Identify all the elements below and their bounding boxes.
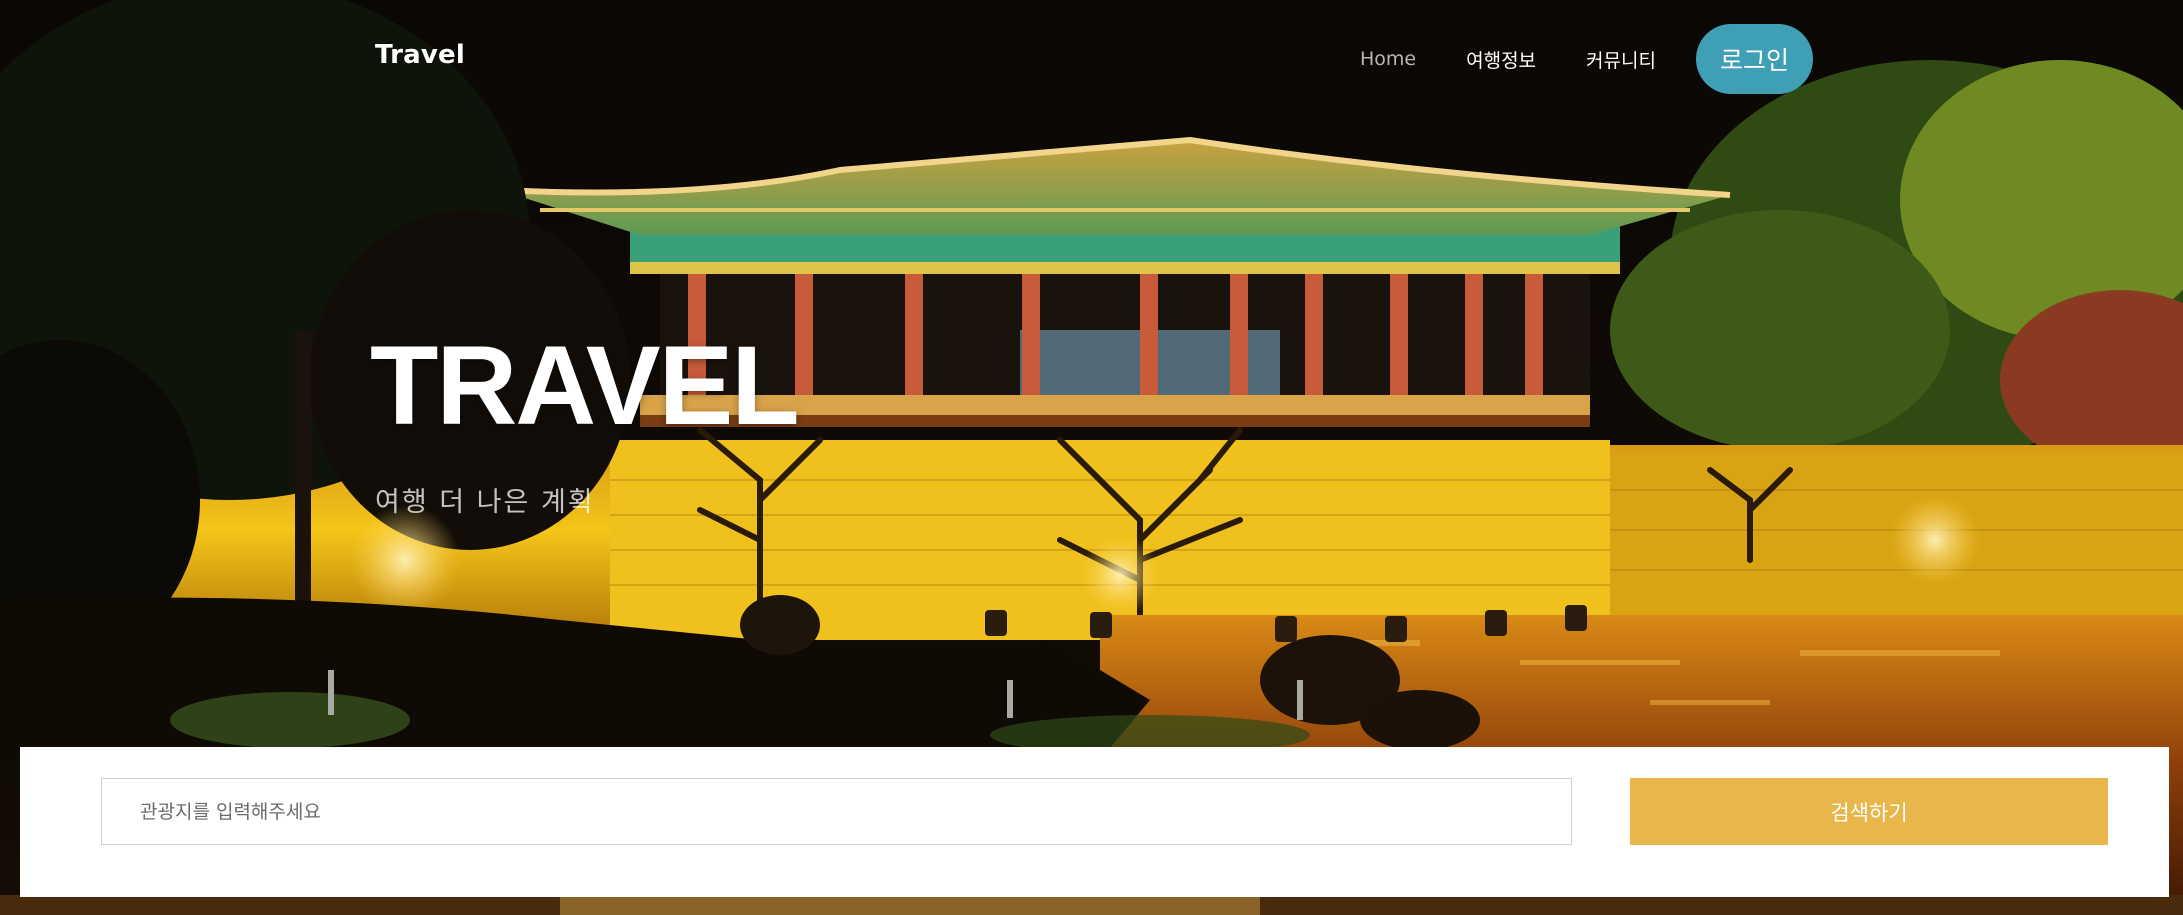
- nav-link-travel-info[interactable]: 여행정보: [1466, 46, 1536, 73]
- search-panel: 검색하기: [20, 747, 2169, 897]
- main-nav: Home 여행정보 커뮤니티: [1360, 24, 1706, 94]
- nav-link-community[interactable]: 커뮤니티: [1586, 46, 1656, 73]
- brand-logo-link[interactable]: Travel: [375, 40, 465, 70]
- search-button[interactable]: 검색하기: [1630, 778, 2108, 845]
- hero-title: TRAVEL: [370, 323, 800, 448]
- search-input[interactable]: [101, 778, 1572, 845]
- nav-link-home[interactable]: Home: [1360, 48, 1416, 70]
- hero-subtitle: 여행 더 나은 계획: [375, 487, 595, 518]
- login-button[interactable]: 로그인: [1696, 24, 1813, 94]
